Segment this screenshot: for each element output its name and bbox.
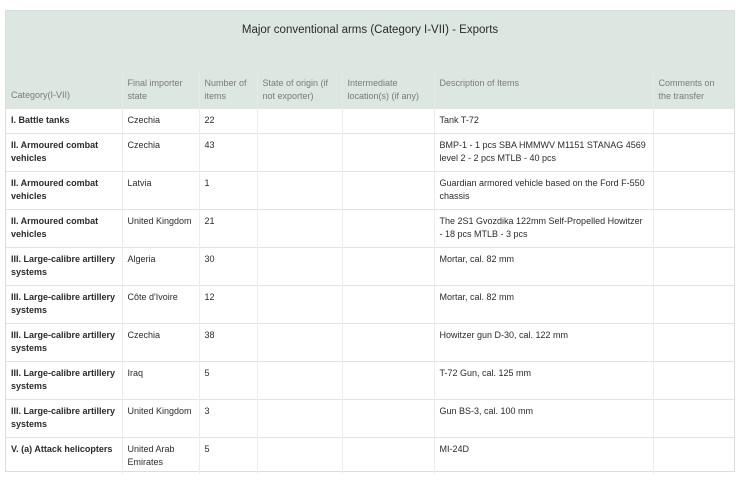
cell-importer: Czechia xyxy=(121,322,199,361)
cell-origin xyxy=(256,398,342,437)
cell-category: I. Battle tanks xyxy=(6,107,122,133)
table-row: V. (a) Attack helicopters United Arab Emi… xyxy=(6,436,734,474)
cell-intermediate xyxy=(341,322,434,361)
table-row: II. Armoured combat vehicles Czechia 43 BMP… xyxy=(6,132,734,171)
table-row: II. Armoured combat vehicles United Kingd… xyxy=(6,208,734,247)
column-header-comments: Comments on the transfer xyxy=(652,72,734,108)
cell-number: 1 xyxy=(198,170,257,209)
column-header-description: Description of Items xyxy=(433,72,653,108)
cell-comments xyxy=(652,107,734,133)
cell-number: 5 xyxy=(198,360,257,399)
cell-category: V. (a) Attack helicopters xyxy=(6,436,122,474)
cell-intermediate xyxy=(341,246,434,285)
cell-category: III. Large-calibre artillery systems xyxy=(6,398,122,437)
table-row: I. Battle tanks Czechia 22 Tank T-72 xyxy=(6,107,734,133)
cell-comments xyxy=(652,170,734,209)
cell-intermediate xyxy=(341,132,434,171)
cell-origin xyxy=(256,284,342,323)
cell-importer: Côte d'Ivoire xyxy=(121,284,199,323)
cell-comments xyxy=(652,398,734,437)
cell-intermediate xyxy=(341,398,434,437)
cell-importer: United Kingdom xyxy=(121,398,199,437)
column-header-intermediate: Intermediate location(s) (if any) xyxy=(341,72,434,108)
cell-category: III. Large-calibre artillery systems xyxy=(6,246,122,285)
cell-description: MI-24D xyxy=(433,436,653,474)
column-header-number: Number of items xyxy=(198,72,257,108)
column-header-origin: State of origin (if not exporter) xyxy=(256,72,342,108)
cell-category: II. Armoured combat vehicles xyxy=(6,132,122,171)
cell-intermediate xyxy=(341,107,434,133)
cell-description: T-72 Gun, cal. 125 mm xyxy=(433,360,653,399)
table-row: III. Large-calibre artillery systems Iraq… xyxy=(6,360,734,399)
cell-origin xyxy=(256,107,342,133)
cell-number: 21 xyxy=(198,208,257,247)
cell-comments xyxy=(652,322,734,361)
cell-number: 22 xyxy=(198,107,257,133)
table-title: Major conventional arms (Category I-VII)… xyxy=(241,24,499,36)
cell-origin xyxy=(256,170,342,209)
header-row: Category(I-VII) Final importer state Num… xyxy=(6,72,734,108)
table-row: III. Large-calibre artillery systems Czec… xyxy=(6,322,734,361)
cell-origin xyxy=(256,360,342,399)
cell-intermediate xyxy=(341,284,434,323)
cell-description: BMP-1 - 1 pcs SBA HMMWV M1151 STANAG 456… xyxy=(433,132,653,171)
cell-number: 43 xyxy=(198,132,257,171)
table-row: II. Armoured combat vehicles Latvia 1 Guard… xyxy=(6,170,734,209)
cell-description: Mortar, cal. 82 mm xyxy=(433,246,653,285)
cell-importer: United Arab Emirates xyxy=(121,436,199,474)
table-row: III. Large-calibre artillery systems Côte… xyxy=(6,284,734,323)
cell-importer: Czechia xyxy=(121,132,199,171)
cell-number: 30 xyxy=(198,246,257,285)
cell-importer: United Kingdom xyxy=(121,208,199,247)
cell-importer: Algeria xyxy=(121,246,199,285)
cell-number: 38 xyxy=(198,322,257,361)
cell-category: III. Large-calibre artillery systems xyxy=(6,284,122,323)
cell-description: Howitzer gun D-30, cal. 122 mm xyxy=(433,322,653,361)
cell-comments xyxy=(652,208,734,247)
cell-description: The 2S1 Gvozdika 122mm Self-Propelled Ho… xyxy=(433,208,653,247)
exports-table: Category(I-VII) Final importer state Num… xyxy=(6,72,734,474)
cell-importer: Iraq xyxy=(121,360,199,399)
cell-intermediate xyxy=(341,208,434,247)
cell-comments xyxy=(652,246,734,285)
exports-table-panel: Major conventional arms (Category I-VII)… xyxy=(5,10,735,474)
cell-origin xyxy=(256,132,342,171)
cell-comments xyxy=(652,132,734,171)
cell-importer: Czechia xyxy=(121,107,199,133)
cell-number: 12 xyxy=(198,284,257,323)
cell-origin xyxy=(256,246,342,285)
cell-description: Mortar, cal. 82 mm xyxy=(433,284,653,323)
cell-category: II. Armoured combat vehicles xyxy=(6,170,122,209)
cell-comments xyxy=(652,436,734,474)
cell-description: Guardian armored vehicle based on the Fo… xyxy=(433,170,653,209)
cell-intermediate xyxy=(341,170,434,209)
column-header-importer: Final importer state xyxy=(121,72,199,108)
cell-description: Gun BS-3, cal. 100 mm xyxy=(433,398,653,437)
cell-origin xyxy=(256,436,342,474)
cell-comments xyxy=(652,284,734,323)
column-header-category: Category(I-VII) xyxy=(6,72,122,108)
cell-importer: Latvia xyxy=(121,170,199,209)
cell-category: II. Armoured combat vehicles xyxy=(6,208,122,247)
cell-number: 5 xyxy=(198,436,257,474)
cell-intermediate xyxy=(341,360,434,399)
cell-number: 3 xyxy=(198,398,257,437)
cell-origin xyxy=(256,322,342,361)
cell-comments xyxy=(652,360,734,399)
table-row: III. Large-calibre artillery systems Alge… xyxy=(6,246,734,285)
cell-category: III. Large-calibre artillery systems xyxy=(6,360,122,399)
cell-intermediate xyxy=(341,436,434,474)
table-row: III. Large-calibre artillery systems Unit… xyxy=(6,398,734,437)
cell-origin xyxy=(256,208,342,247)
cell-description: Tank T-72 xyxy=(433,107,653,133)
table-title-bar: Major conventional arms (Category I-VII)… xyxy=(6,11,734,72)
cell-category: III. Large-calibre artillery systems xyxy=(6,322,122,361)
